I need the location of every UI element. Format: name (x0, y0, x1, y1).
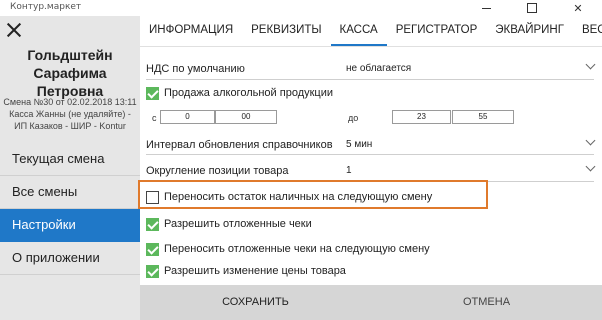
cancel-button[interactable]: ОТМЕНА (371, 285, 602, 320)
window-close-icon: ✕ (573, 2, 583, 15)
tab-acquiring[interactable]: ЭКВАЙРИНГ (486, 16, 573, 46)
save-button[interactable]: СОХРАНИТЬ (140, 285, 371, 320)
deferred-receipts-label: Разрешить отложенные чеки (164, 218, 312, 230)
price-change-label: Разрешить изменение цены товара (164, 265, 346, 277)
refresh-interval-label: Интервал обновления справочников (146, 139, 333, 151)
vat-label: НДС по умолчанию (146, 63, 245, 75)
highlight-box (138, 180, 488, 209)
tab-requisites[interactable]: РЕКВИЗИТЫ (242, 16, 330, 46)
sidebar-item-all-shifts[interactable]: Все смены (0, 176, 140, 209)
vat-select[interactable]: не облагается (346, 63, 411, 74)
minimize-icon (481, 7, 491, 9)
tab-information[interactable]: ИНФОРМАЦИЯ (140, 16, 242, 46)
refresh-underline (146, 154, 594, 155)
alcohol-sale-checkbox-row[interactable]: Продажа алкогольной продукции (146, 84, 333, 102)
time-from-label: с (152, 113, 157, 123)
time-from-hours[interactable]: 0 (160, 110, 215, 124)
transfer-deferred-checkbox-row[interactable]: Переносить отложенные чеки на следующую … (146, 240, 430, 258)
price-change-checkbox-row[interactable]: Разрешить изменение цены товара (146, 262, 346, 280)
time-from-minutes[interactable]: 00 (215, 110, 277, 124)
transfer-deferred-checkbox[interactable] (146, 242, 159, 256)
time-to-hours[interactable]: 23 (392, 110, 451, 124)
footer-bar: СОХРАНИТЬ ОТМЕНА (140, 285, 602, 320)
app-title: Контур.маркет (10, 2, 82, 12)
time-to-minutes[interactable]: 55 (452, 110, 514, 124)
chevron-down-icon[interactable] (585, 59, 596, 70)
alcohol-sale-label: Продажа алкогольной продукции (164, 87, 334, 99)
sidebar-item-current-shift[interactable]: Текущая смена (0, 143, 140, 176)
maximize-button[interactable] (509, 0, 555, 16)
user-name: Гольдштейн Сарафима Петровна (27, 47, 113, 99)
time-to-label: до (348, 113, 359, 123)
sidebar-nav: Текущая смена Все смены Настройки О прил… (0, 143, 140, 275)
tab-scales[interactable]: ВЕСЫ (573, 16, 602, 46)
title-bar: Контур.маркет ✕ (0, 0, 602, 16)
window-close-button[interactable]: ✕ (555, 0, 601, 16)
minimize-button[interactable] (463, 0, 509, 16)
shift-info: Смена №30 от 02.02.2018 13:11 Касса Жанн… (3, 97, 137, 131)
tab-registrar[interactable]: РЕГИСТРАТОР (387, 16, 487, 46)
chevron-down-icon[interactable] (585, 161, 596, 172)
transfer-deferred-label: Переносить отложенные чеки на следующую … (164, 243, 430, 255)
refresh-interval-select[interactable]: 5 мин (346, 139, 372, 150)
rounding-label: Округление позиции товара (146, 165, 289, 177)
chevron-down-icon[interactable] (585, 135, 596, 146)
sidebar-item-about[interactable]: О приложении (0, 242, 140, 275)
sidebar: Гольдштейн Сарафима Петровна Смена №30 о… (0, 16, 140, 320)
close-icon[interactable] (6, 22, 22, 38)
vat-underline (146, 79, 594, 80)
alcohol-sale-checkbox[interactable] (146, 86, 159, 100)
deferred-receipts-checkbox-row[interactable]: Разрешить отложенные чеки (146, 215, 312, 233)
cash-settings-panel: НДС по умолчанию не облагается Продажа а… (140, 47, 602, 285)
tab-cash-register[interactable]: КАССА (330, 16, 387, 46)
sidebar-item-settings[interactable]: Настройки (0, 209, 140, 242)
price-change-checkbox[interactable] (146, 264, 159, 278)
maximize-icon (527, 3, 537, 13)
settings-tabs: ИНФОРМАЦИЯ РЕКВИЗИТЫ КАССА РЕГИСТРАТОР Э… (140, 16, 602, 47)
deferred-receipts-checkbox[interactable] (146, 217, 159, 231)
rounding-select[interactable]: 1 (346, 165, 352, 176)
